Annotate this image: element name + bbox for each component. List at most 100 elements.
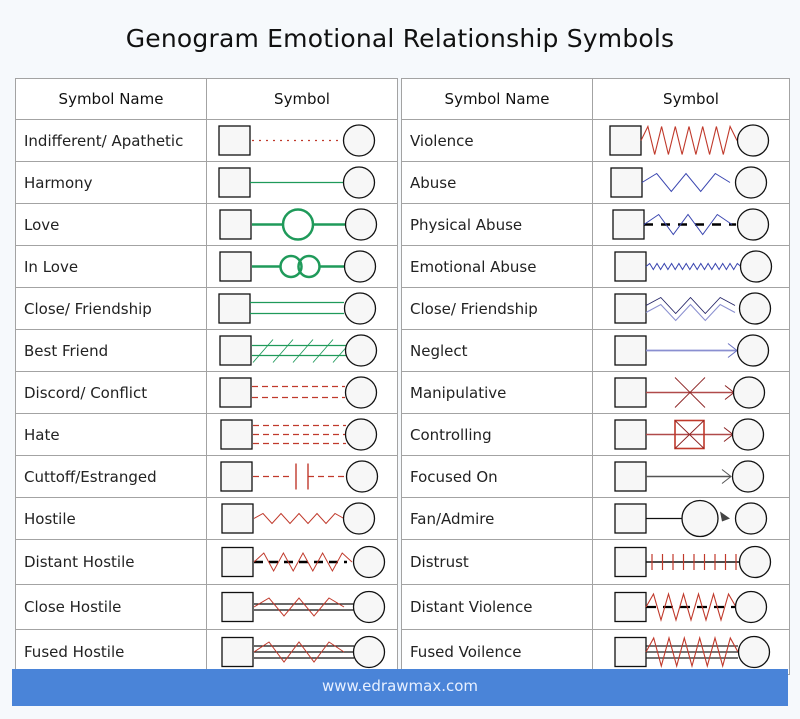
table-row: Fan/Admire [401, 497, 790, 540]
symbol-cell [206, 161, 398, 204]
symbol-name: Controlling [401, 413, 593, 456]
fused-hostile-symbol-icon [221, 635, 386, 669]
cutoff-symbol-icon [220, 460, 379, 493]
female-circle-icon [343, 250, 377, 283]
symbol-cell [592, 455, 790, 498]
symbol-cell [206, 203, 398, 246]
female-circle-icon [738, 545, 772, 579]
male-square-icon [609, 125, 642, 156]
male-square-icon [614, 546, 647, 578]
discord-symbol-icon [219, 376, 378, 409]
hostile-symbol-icon [221, 502, 376, 535]
table-row: Close Hostile [15, 584, 398, 630]
zigzag-line [641, 172, 731, 193]
symbol-name: Manipulative [401, 371, 593, 414]
symbol-cell [206, 497, 398, 540]
female-circle-icon [344, 418, 378, 451]
zigzag-line [253, 512, 345, 525]
male-square-icon [614, 461, 647, 492]
symbol-name: Close/ Friendship [401, 287, 593, 330]
male-square-icon [614, 251, 647, 282]
table-row: Close/ Friendship [401, 287, 790, 330]
fused-violence-symbol-icon [614, 635, 771, 669]
male-square-icon [612, 209, 645, 240]
female-circle-icon [342, 502, 376, 535]
female-circle-icon [731, 418, 765, 451]
table-row: Indifferent/ Apathetic [15, 119, 398, 162]
table-row: Controlling [401, 413, 790, 456]
best-friend-symbol-icon [219, 334, 378, 367]
table-row: Distant Violence [401, 584, 790, 630]
female-circle-icon [736, 124, 770, 157]
footer-website-link[interactable]: www.edrawmax.com [12, 669, 788, 706]
symbol-name: Hate [15, 413, 207, 456]
female-circle-icon [736, 208, 770, 241]
header-symbol: Symbol [206, 78, 398, 120]
indifferent-symbol-icon [218, 124, 376, 157]
symbol-cell [592, 329, 790, 372]
symbol-cell [592, 497, 790, 540]
symbol-name: Close/ Friendship [15, 287, 207, 330]
male-square-icon [221, 591, 254, 623]
table-row: Fused Hostile [15, 629, 398, 675]
admire-circle [681, 499, 719, 538]
female-circle-icon [343, 292, 377, 325]
header-symbol-name: Symbol Name [401, 78, 593, 120]
symbol-cell [206, 584, 398, 630]
symbol-cell [592, 413, 790, 456]
table-row: Violence [401, 119, 790, 162]
neglect-symbol-icon [614, 334, 770, 367]
arrow-head [720, 511, 730, 522]
table-row: Fused Voilence [401, 629, 790, 675]
love-symbol-icon [219, 208, 378, 241]
symbol-cell [592, 245, 790, 288]
symbol-cell [206, 413, 398, 456]
relation-line [252, 339, 274, 363]
male-square-icon [220, 419, 253, 450]
female-circle-icon [344, 376, 378, 409]
symbol-name: Cuttoff/Estranged [15, 455, 207, 498]
symbol-name: Discord/ Conflict [15, 371, 207, 414]
symbol-cell [206, 245, 398, 288]
male-square-icon [219, 377, 252, 408]
close-hostile-symbol-icon [221, 590, 386, 624]
female-circle-icon [734, 166, 768, 199]
distrust-symbol-icon [614, 545, 772, 579]
male-square-icon [218, 167, 251, 198]
male-square-icon [218, 125, 251, 156]
female-circle-icon [732, 376, 766, 409]
harmony-symbol-icon [218, 166, 376, 199]
symbol-name: Focused On [401, 455, 593, 498]
female-circle-icon [342, 166, 376, 199]
abuse-symbol-icon [610, 166, 768, 199]
fan-admire-symbol-icon [614, 499, 768, 538]
symbol-cell [592, 629, 790, 675]
male-square-icon [614, 293, 647, 324]
table-row: Best Friend [15, 329, 398, 372]
male-square-icon [221, 546, 254, 578]
relation-line [292, 339, 314, 363]
male-square-icon [221, 503, 254, 534]
male-square-icon [614, 636, 647, 668]
symbol-name: Close Hostile [15, 584, 207, 630]
table-row: Focused On [401, 455, 790, 498]
table-row: Distant Hostile [15, 539, 398, 585]
table-row: Harmony [15, 161, 398, 204]
relation-line [272, 339, 294, 363]
distant-violence-symbol-icon [614, 590, 768, 624]
male-square-icon [219, 335, 252, 366]
symbols-table-right: Symbol Name Symbol Violence Abuse Physical… [401, 78, 790, 675]
hate-symbol-icon [220, 418, 378, 451]
female-circle-icon [738, 292, 772, 325]
symbol-name: Distrust [401, 539, 593, 585]
symbol-cell [592, 203, 790, 246]
symbol-name: Neglect [401, 329, 593, 372]
emotional-abuse-symbol-icon [614, 250, 773, 283]
header-symbol: Symbol [592, 78, 790, 120]
symbol-cell [206, 455, 398, 498]
table-row: Emotional Abuse [401, 245, 790, 288]
symbol-name: Hostile [15, 497, 207, 540]
male-square-icon [614, 591, 647, 623]
symbol-name: Best Friend [15, 329, 207, 372]
symbol-cell [592, 539, 790, 585]
